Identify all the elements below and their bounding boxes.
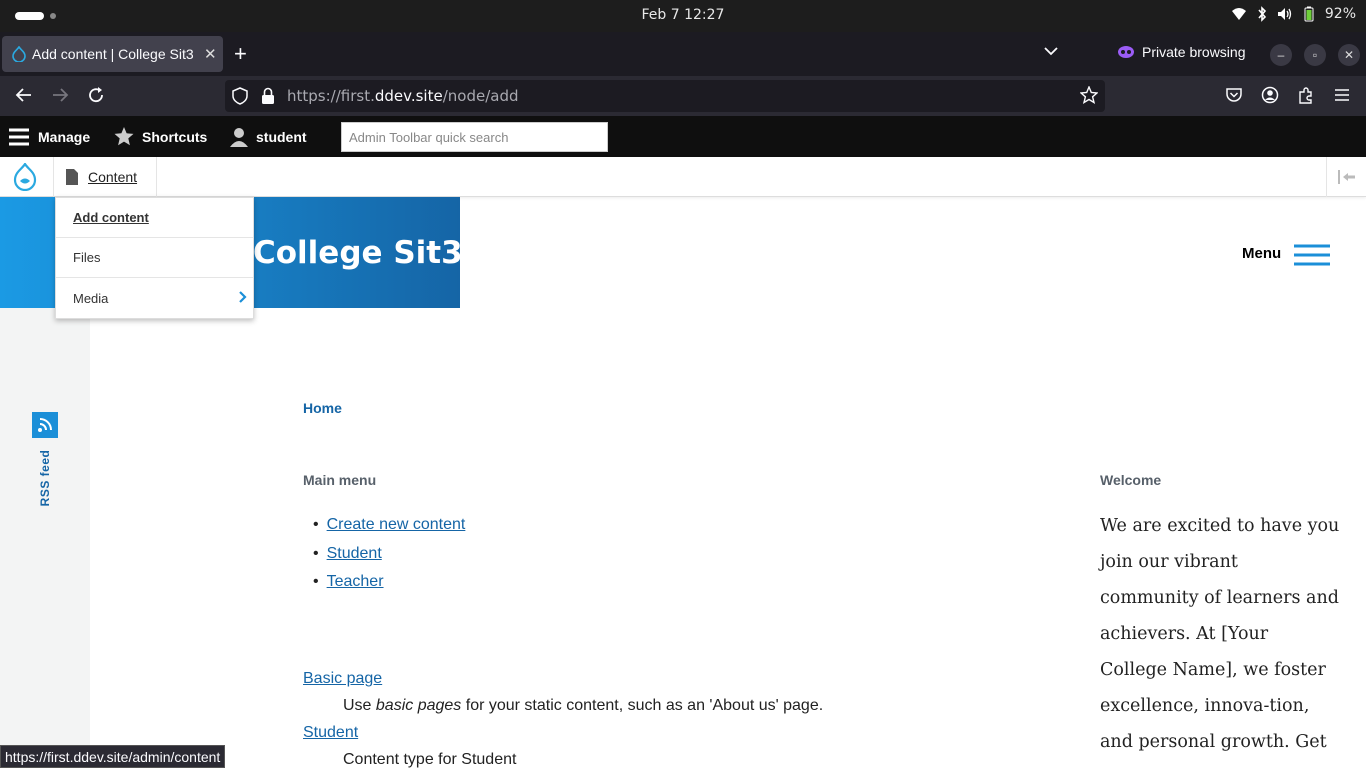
reload-icon[interactable] [87, 86, 105, 104]
welcome-text: We are excited to have you join our vibr… [1100, 516, 1340, 752]
lock-icon[interactable] [261, 87, 275, 105]
list-item: Student [303, 540, 465, 569]
content-type-basic-page-description: Use basic pages for your static content,… [343, 697, 824, 714]
admin-tray [0, 157, 1366, 197]
drupal-logo-icon [13, 163, 37, 191]
private-browsing-indicator: Private browsing [1118, 44, 1246, 60]
close-tab-icon[interactable]: ✕ [204, 45, 217, 63]
chevron-right-icon [239, 291, 247, 303]
private-browsing-label: Private browsing [1142, 44, 1246, 60]
list-item: Teacher [303, 568, 465, 597]
hamburger-icon [9, 128, 29, 145]
user-label: student [256, 128, 307, 145]
drupal-favicon-icon [12, 46, 26, 62]
system-clock[interactable]: Feb 7 12:27 [0, 7, 1366, 23]
battery-percent: 92% [1324, 6, 1356, 22]
content-type-basic-page-link[interactable]: Basic page [303, 670, 382, 688]
volume-icon [1277, 8, 1292, 20]
main-menu-list: Create new content Student Teacher [303, 511, 466, 597]
tab-title: Add content | College Sit3 [32, 46, 194, 62]
account-icon[interactable] [1261, 86, 1279, 104]
restore-button[interactable]: ▫ [1304, 44, 1326, 66]
admin-quick-search-input[interactable]: Admin Toolbar quick search [341, 122, 608, 152]
drupal-admin-toolbar: Manage Shortcuts student Admin Toolbar q… [0, 116, 1366, 157]
browser-tab[interactable]: Add content | College Sit3 ✕ [2, 36, 223, 72]
private-mask-icon [1118, 46, 1134, 58]
dropdown-item-files[interactable]: Files [56, 238, 253, 278]
os-top-bar: Feb 7 12:27 92% [0, 0, 1366, 32]
drupal-home-link[interactable] [0, 157, 54, 197]
content-type-student-link[interactable]: Student [303, 724, 358, 742]
new-tab-button[interactable]: + [234, 43, 247, 65]
dropdown-item-media[interactable]: Media [56, 278, 253, 318]
content-dropdown-menu: Add content Files Media [55, 197, 254, 319]
url-text[interactable]: https://first.ddev.site/node/add [287, 87, 519, 105]
rss-icon[interactable] [32, 412, 58, 438]
back-arrow-icon[interactable] [15, 86, 33, 104]
collapse-arrow-icon [1338, 170, 1355, 184]
hamburger-menu-icon[interactable] [1333, 86, 1351, 104]
menu-link-student[interactable]: Student [327, 545, 382, 563]
user-icon [230, 127, 248, 147]
manage-tab[interactable]: Manage [8, 116, 90, 157]
menu-label[interactable]: Menu [1242, 245, 1281, 262]
welcome-heading: Welcome [1100, 472, 1162, 488]
bluetooth-icon [1258, 6, 1266, 22]
battery-icon [1304, 6, 1314, 22]
site-name[interactable]: College Sit3 [253, 235, 463, 271]
system-tray[interactable]: 92% [1231, 6, 1356, 22]
shortcuts-tab[interactable]: Shortcuts [114, 116, 207, 157]
left-sidebar-rail [0, 308, 90, 768]
shortcuts-label: Shortcuts [142, 128, 208, 145]
list-item: Create new content [303, 511, 466, 540]
content-type-student-description: Content type for Student [343, 751, 517, 768]
rss-feed-icon [38, 418, 52, 432]
bookmark-star-icon[interactable] [1080, 86, 1098, 104]
shield-icon[interactable] [232, 87, 248, 105]
star-icon [114, 127, 134, 146]
content-tray-link[interactable]: Content [54, 157, 157, 197]
menu-hamburger-icon[interactable] [1294, 244, 1330, 266]
breadcrumb-home[interactable]: Home [303, 400, 342, 416]
document-icon [66, 169, 78, 185]
menu-link-create-new-content[interactable]: Create new content [327, 516, 466, 534]
close-window-button[interactable]: ✕ [1338, 44, 1360, 66]
extensions-icon[interactable] [1297, 86, 1315, 104]
wifi-icon [1231, 8, 1246, 20]
menu-link-teacher[interactable]: Teacher [327, 573, 384, 591]
main-menu-heading: Main menu [303, 472, 377, 488]
rss-feed-label[interactable]: RSS feed [38, 450, 52, 507]
user-tab[interactable]: student [230, 116, 307, 157]
content-tray-label: Content [88, 169, 138, 185]
link-status-bar: https://first.ddev.site/admin/content [0, 745, 226, 768]
forward-arrow-icon[interactable] [51, 86, 69, 104]
dropdown-item-add-content[interactable]: Add content [56, 198, 253, 238]
minimize-button[interactable]: – [1270, 44, 1292, 66]
manage-label: Manage [38, 128, 91, 145]
chevron-down-icon[interactable] [1044, 46, 1058, 56]
orientation-toggle-button[interactable] [1326, 157, 1366, 197]
pocket-icon[interactable] [1225, 86, 1243, 104]
